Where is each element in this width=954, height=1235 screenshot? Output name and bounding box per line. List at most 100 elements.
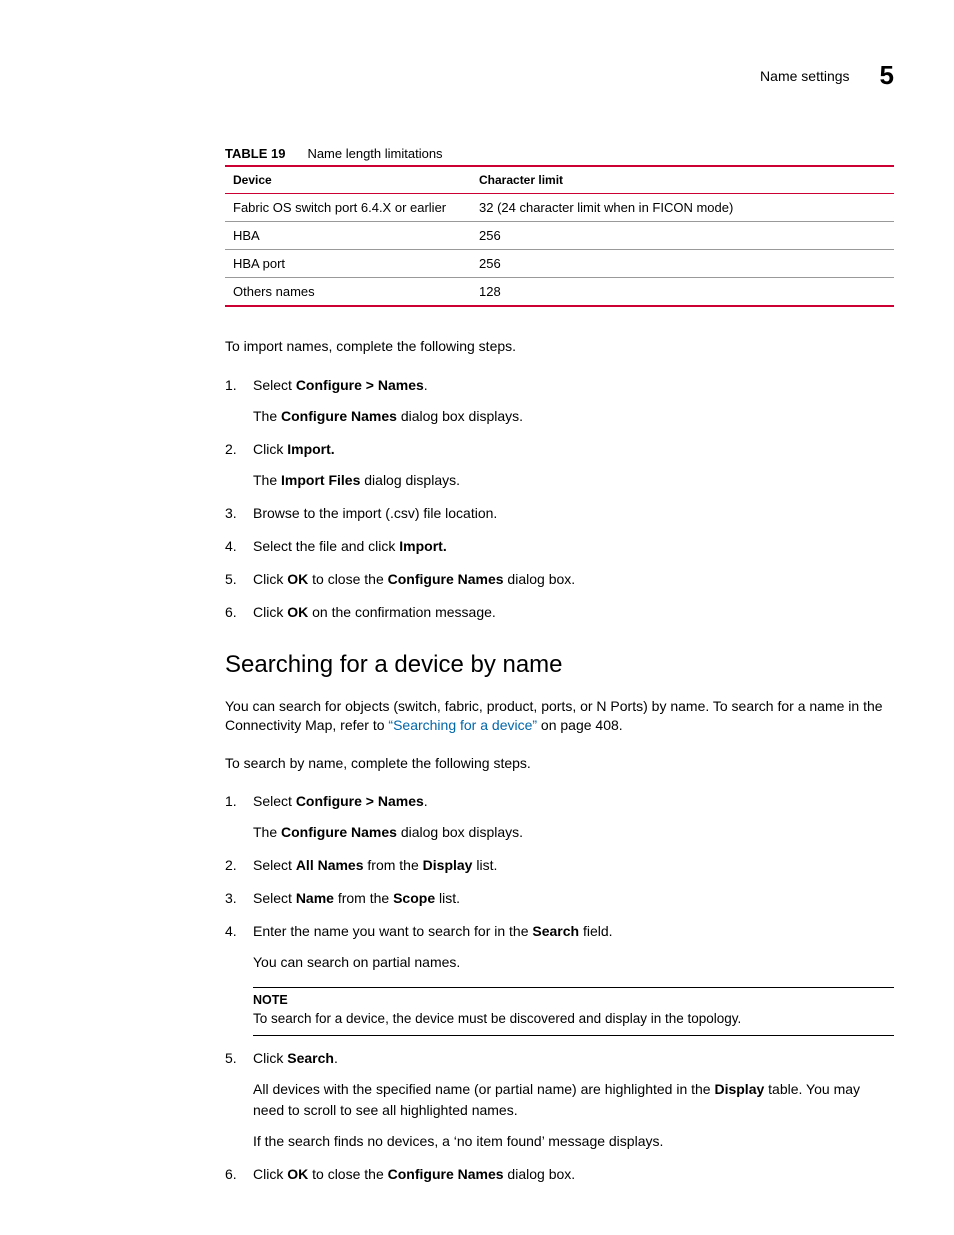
step: Click Search. All devices with the speci…: [225, 1048, 894, 1152]
cell: 256: [471, 250, 894, 278]
step-sub: All devices with the specified name (or …: [253, 1079, 894, 1121]
table-row: Others names 128: [225, 278, 894, 307]
step-sub: The Import Files dialog displays.: [253, 470, 894, 491]
t: Search: [287, 1050, 334, 1066]
t: list.: [472, 857, 497, 873]
table-header-row: Device Character limit: [225, 166, 894, 194]
cell: Fabric OS switch port 6.4.X or earlier: [225, 194, 471, 222]
t: dialog displays.: [360, 472, 460, 488]
cell: HBA port: [225, 250, 471, 278]
t: Import Files: [281, 472, 360, 488]
col-limit: Character limit: [471, 166, 894, 194]
note-box: NOTE To search for a device, the device …: [253, 987, 894, 1035]
search-steps: Select Configure > Names. The Configure …: [225, 791, 894, 1184]
t: Enter the name you want to search for in…: [253, 923, 532, 939]
t: The: [253, 824, 281, 840]
t: Configure Names: [388, 571, 504, 587]
cell: Others names: [225, 278, 471, 307]
t: Name: [296, 890, 334, 906]
t: on the confirmation message.: [308, 604, 496, 620]
step: Select the file and click Import.: [225, 536, 894, 557]
t: Display: [423, 857, 473, 873]
cell: HBA: [225, 222, 471, 250]
step: Enter the name you want to search for in…: [225, 921, 894, 1035]
t: OK: [287, 604, 308, 620]
step: Browse to the import (.csv) file locatio…: [225, 503, 894, 524]
col-device: Device: [225, 166, 471, 194]
t: Configure > Names: [296, 793, 424, 809]
t: Select the file and click: [253, 538, 399, 554]
cell: 32 (24 character limit when in FICON mod…: [471, 194, 894, 222]
search-intro: To search by name, complete the followin…: [225, 754, 894, 774]
step-text: Select: [253, 377, 296, 393]
t: Select: [253, 890, 296, 906]
step-sub: You can search on partial names.: [253, 952, 894, 973]
cell: 256: [471, 222, 894, 250]
t: to close the: [308, 1166, 387, 1182]
t: Select: [253, 857, 296, 873]
t: to close the: [308, 571, 387, 587]
table-caption: TABLE 19 Name length limitations: [225, 146, 894, 161]
t: .: [334, 1050, 338, 1066]
table-row: Fabric OS switch port 6.4.X or earlier 3…: [225, 194, 894, 222]
t: All Names: [296, 857, 364, 873]
t: Configure Names: [281, 408, 397, 424]
t: Scope: [393, 890, 435, 906]
table-row: HBA 256: [225, 222, 894, 250]
t: The: [253, 472, 281, 488]
step-sub: The Configure Names dialog box displays.: [253, 406, 894, 427]
t: from the: [334, 890, 393, 906]
page-header: Name settings 5: [60, 60, 894, 91]
search-para: You can search for objects (switch, fabr…: [225, 697, 894, 736]
t: Click: [253, 571, 287, 587]
t: field.: [579, 923, 612, 939]
t: dialog box displays.: [397, 408, 523, 424]
note-body: To search for a device, the device must …: [253, 1011, 741, 1026]
table-title: Name length limitations: [307, 146, 442, 161]
t: Search: [532, 923, 579, 939]
section-heading-search: Searching for a device by name: [225, 651, 894, 679]
step-text: .: [424, 377, 428, 393]
import-steps: Select Configure > Names. The Configure …: [225, 375, 894, 623]
content: TABLE 19 Name length limitations Device C…: [225, 146, 894, 1185]
step: Select Configure > Names. The Configure …: [225, 375, 894, 427]
t: list.: [435, 890, 460, 906]
t: Configure Names: [281, 824, 397, 840]
name-length-table: Device Character limit Fabric OS switch …: [225, 165, 894, 307]
cell: 128: [471, 278, 894, 307]
t: dialog box.: [504, 571, 576, 587]
t: Click: [253, 441, 287, 457]
table-row: HBA port 256: [225, 250, 894, 278]
t: dialog box.: [504, 1166, 576, 1182]
step-sub: The Configure Names dialog box displays.: [253, 822, 894, 843]
t: Configure Names: [388, 1166, 504, 1182]
page: Name settings 5 TABLE 19 Name length limi…: [0, 0, 954, 1235]
step-bold: Configure > Names: [296, 377, 424, 393]
step: Select All Names from the Display list.: [225, 855, 894, 876]
header-section-title: Name settings: [760, 68, 849, 84]
t: OK: [287, 571, 308, 587]
table-label: TABLE 19: [225, 146, 285, 161]
t: .: [424, 793, 428, 809]
step-sub: If the search finds no devices, a ‘no it…: [253, 1131, 894, 1152]
note-label: NOTE: [253, 992, 894, 1010]
t: Browse to the import (.csv) file locatio…: [253, 505, 497, 521]
header-chapter-number: 5: [880, 60, 894, 91]
step: Select Configure > Names. The Configure …: [225, 791, 894, 843]
step: Click Import. The Import Files dialog di…: [225, 439, 894, 491]
link-searching-device[interactable]: “Searching for a device”: [388, 717, 537, 733]
t: The: [253, 408, 281, 424]
t: from the: [364, 857, 423, 873]
t: All devices with the specified name (or …: [253, 1081, 714, 1097]
import-intro: To import names, complete the following …: [225, 337, 894, 357]
t: Display: [714, 1081, 764, 1097]
step: Click OK to close the Configure Names di…: [225, 1164, 894, 1185]
t: Click: [253, 1050, 287, 1066]
t: Select: [253, 793, 296, 809]
t: on page 408.: [537, 717, 623, 733]
t: OK: [287, 1166, 308, 1182]
step: Click OK on the confirmation message.: [225, 602, 894, 623]
t: Click: [253, 604, 287, 620]
t: Click: [253, 1166, 287, 1182]
step: Select Name from the Scope list.: [225, 888, 894, 909]
